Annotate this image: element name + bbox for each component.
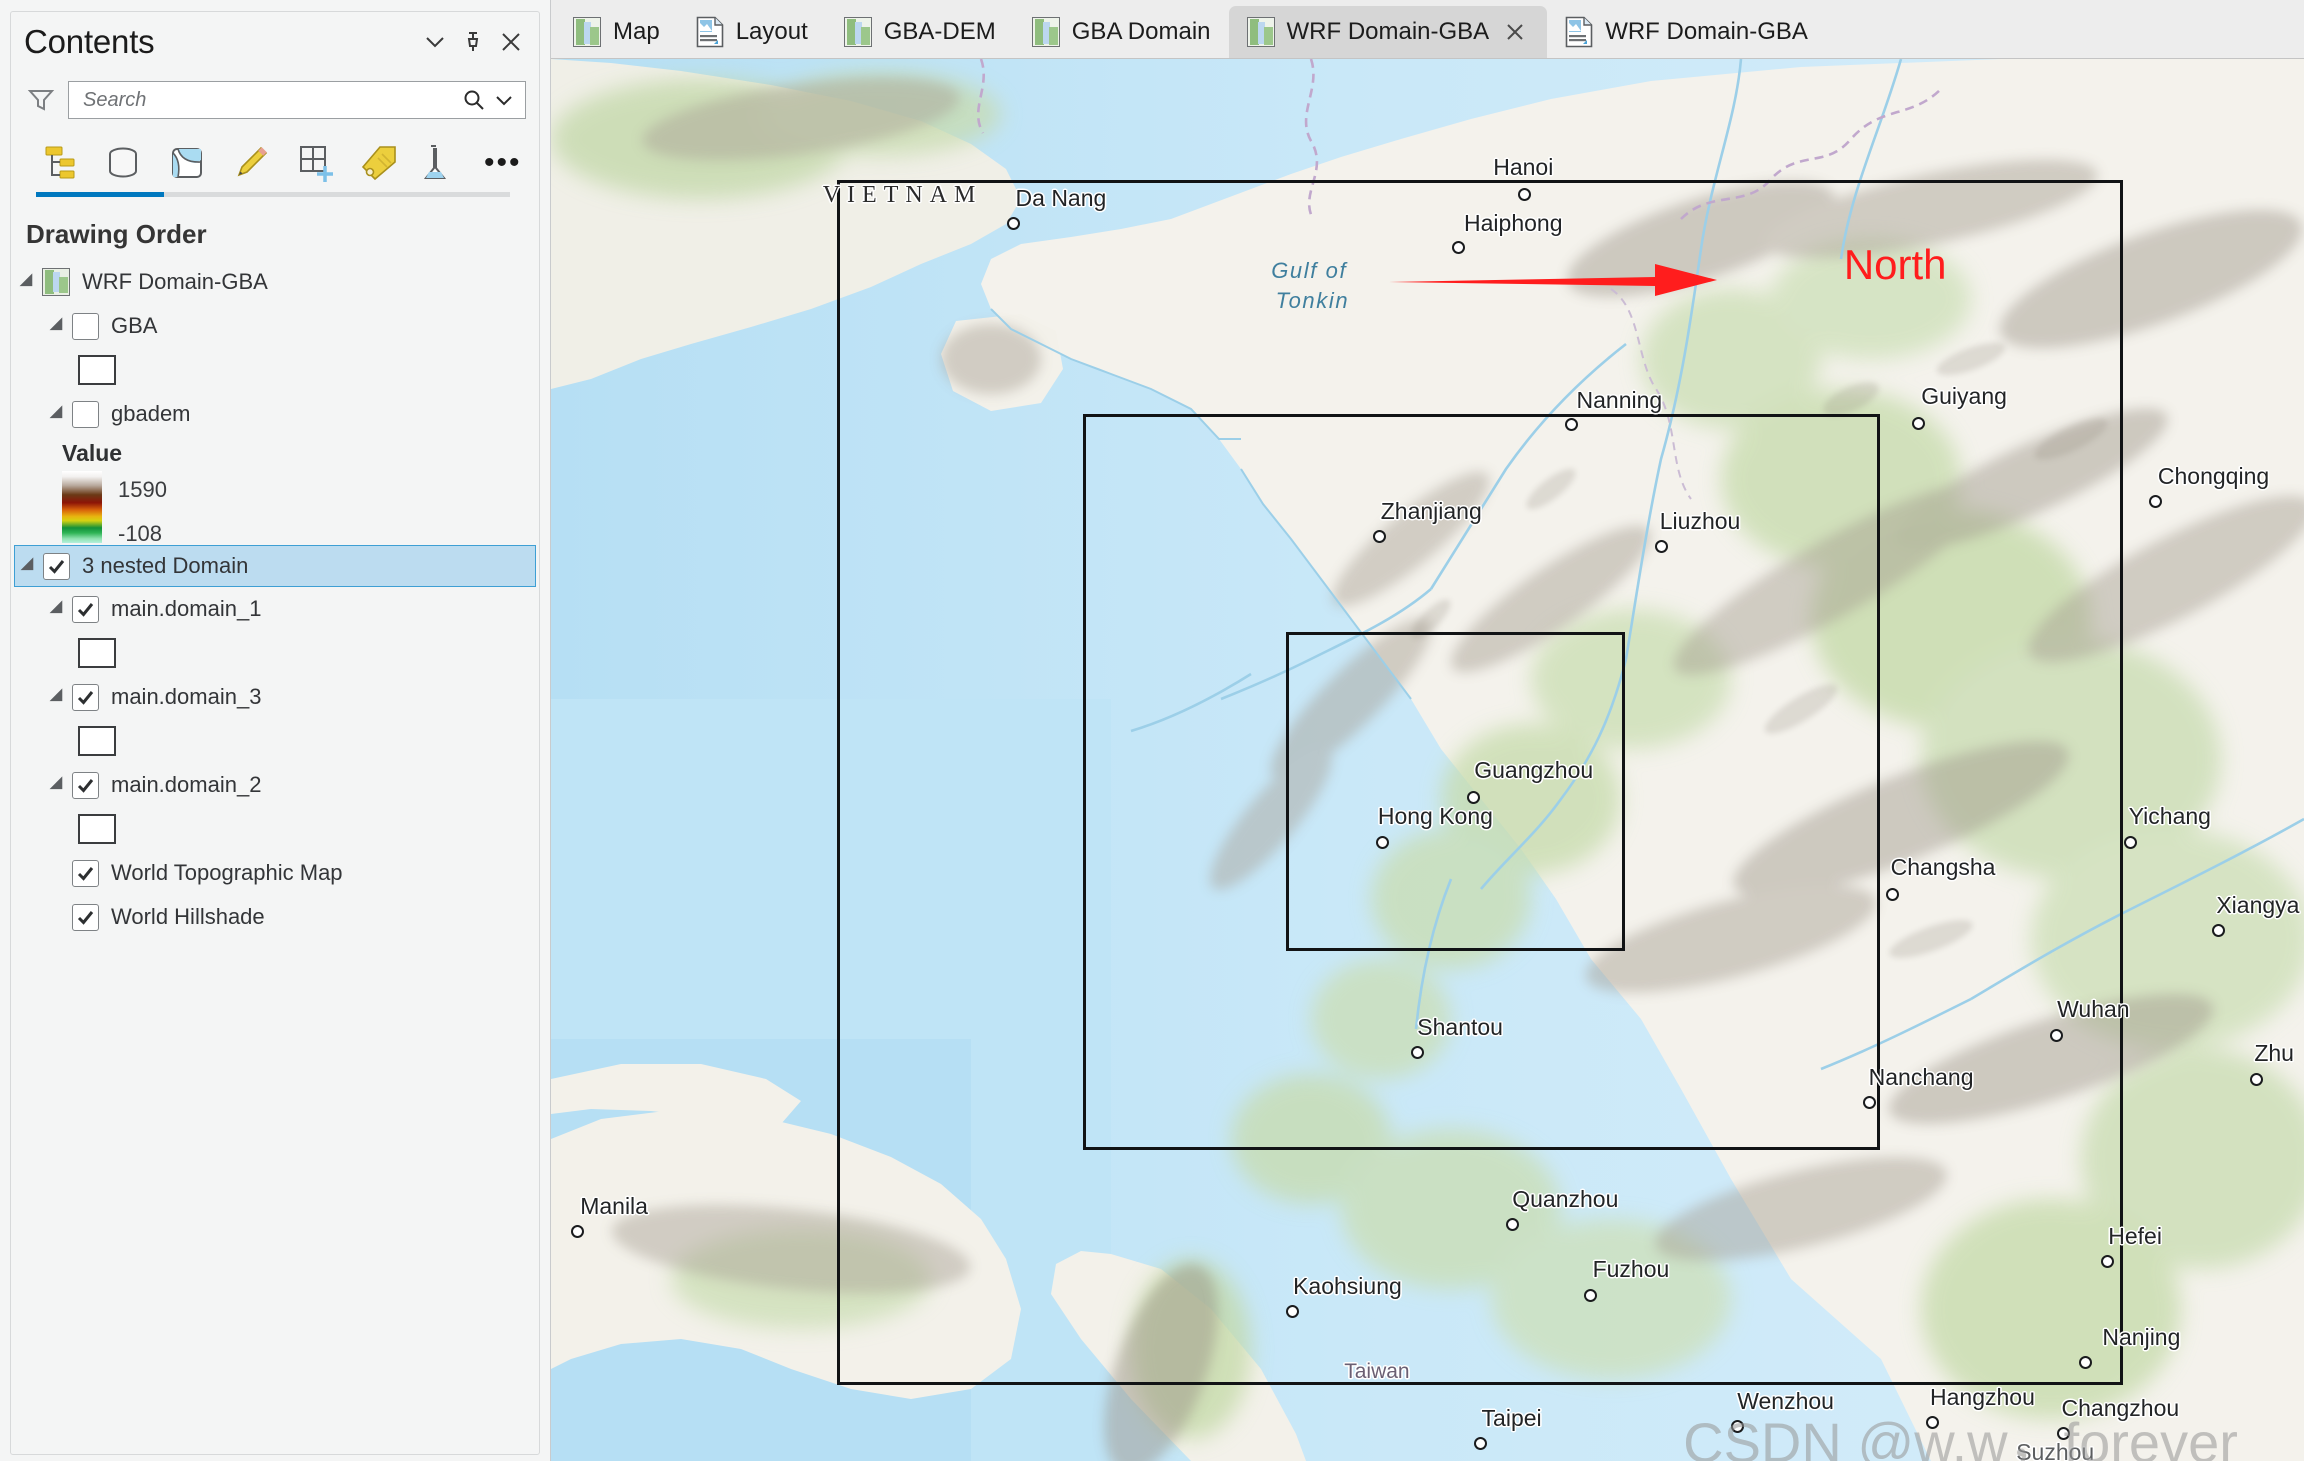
search-box[interactable] — [68, 81, 526, 119]
tab-label: GBA Domain — [1071, 18, 1211, 45]
list-by-charts-icon[interactable] — [420, 140, 466, 186]
symbol-swatch[interactable] — [78, 638, 116, 668]
tab-label: Layout — [735, 18, 808, 45]
search-options-chevron-down-icon[interactable] — [489, 85, 519, 115]
tab-wrf-domain-gba-4[interactable]: WRF Domain-GBA — [1228, 6, 1548, 58]
page-title: Contents — [24, 23, 155, 60]
map-icon — [1031, 17, 1060, 47]
ramp-max-label: 1590 — [118, 477, 167, 502]
tab-label: Map — [613, 18, 660, 45]
tree-item-label: GBA — [111, 313, 158, 338]
expander-icon[interactable] — [46, 684, 72, 710]
search-row — [0, 70, 550, 126]
legend-swatch-gba — [0, 348, 550, 392]
tree-item-gbadem[interactable]: gbadem — [0, 392, 550, 436]
layer-visibility-checkbox[interactable] — [72, 771, 99, 799]
tree-item-main-domain-2[interactable]: main.domain_2 — [0, 763, 550, 807]
close-icon[interactable] — [492, 23, 530, 61]
expander-icon[interactable] — [46, 313, 72, 339]
map-icon — [573, 17, 601, 47]
drawing-order-heading: Drawing Order — [26, 219, 207, 249]
tree-item-3-nested-domain[interactable]: 3 nested Domain — [14, 545, 536, 587]
list-by-selection-icon[interactable] — [164, 140, 210, 186]
tree-item-label: 3 nested Domain — [82, 553, 249, 578]
layer-visibility-checkbox[interactable] — [72, 595, 99, 623]
tree-item-label: main.domain_2 — [111, 772, 262, 797]
tab-label: WRF Domain-GBA — [1286, 18, 1490, 45]
tab-gba-dem-2[interactable]: GBA-DEM — [826, 6, 1014, 58]
filter-icon[interactable] — [24, 83, 58, 117]
tree-item-label: gbadem — [111, 401, 191, 426]
toolbar-scrollbar[interactable] — [36, 192, 510, 197]
color-ramp — [62, 471, 102, 543]
contents-panel: Contents Search ••• Drawing Order WRF Do… — [0, 0, 551, 1461]
tree-item-wrf-domain-gba[interactable]: WRF Domain-GBA — [0, 260, 550, 304]
layer-tree: WRF Domain-GBA GBA gbadem Value 1590 -10… — [0, 260, 550, 939]
symbol-swatch[interactable] — [78, 726, 116, 756]
list-by-drawing-order-icon[interactable] — [36, 140, 82, 186]
tree-item-label: World Hillshade — [111, 904, 265, 929]
search-input[interactable] — [81, 87, 459, 113]
tab-label: WRF Domain-GBA — [1605, 18, 1808, 45]
tree-item-main-domain-1[interactable]: main.domain_1 — [0, 587, 550, 631]
map-view[interactable]: VIETNAM Da Nang Hanoi Haiphong Gulf of Tonkin… — [551, 59, 2304, 1461]
expander-icon[interactable] — [46, 596, 72, 622]
legend-field-name: Value — [62, 440, 123, 466]
collapse-chevron-icon[interactable] — [416, 23, 454, 61]
tree-item-label: main.domain_1 — [111, 596, 262, 621]
list-by-editing-icon[interactable] — [228, 140, 274, 186]
expander-placeholder — [46, 860, 72, 886]
tree-item-main-domain-3[interactable]: main.domain_3 — [0, 675, 550, 719]
tree-item-world-topographic-map[interactable]: World Topographic Map — [0, 851, 550, 895]
layer-visibility-checkbox[interactable] — [72, 400, 99, 428]
view-tabstrip: Map Layout GBA-DEM GBA Domain WRF Domain-GBA… — [551, 0, 2304, 59]
map-icon — [843, 17, 872, 47]
tree-item-label: main.domain_3 — [111, 684, 262, 709]
tree-item-label: World Topographic Map — [111, 860, 343, 885]
document-area: Map Layout GBA-DEM GBA Domain WRF Domain-GBA… — [551, 0, 2304, 1461]
expander-icon[interactable] — [17, 553, 43, 579]
map-basemap — [551, 59, 2304, 1461]
map-thumbnail-icon — [42, 268, 70, 296]
tab-gba-domain-3[interactable]: GBA Domain — [1014, 6, 1229, 58]
legend-swatch-main-domain-1 — [0, 631, 550, 675]
expander-icon[interactable] — [46, 772, 72, 798]
tree-item-label: WRF Domain-GBA — [82, 269, 268, 294]
symbol-swatch[interactable] — [78, 355, 116, 385]
tab-close-icon[interactable] — [1501, 18, 1529, 46]
arcgis-pro-window: Contents Search ••• Drawing Order WRF Do… — [0, 0, 2304, 1461]
layer-visibility-checkbox[interactable] — [72, 683, 99, 711]
tab-wrf-domain-gba-5[interactable]: WRF Domain-GBA — [1547, 6, 1826, 58]
tab-map-0[interactable]: Map — [555, 6, 678, 58]
list-by-data-source-icon[interactable] — [100, 140, 146, 186]
contents-toolbar: ••• — [0, 126, 550, 186]
map-icon — [1246, 17, 1275, 47]
expander-icon[interactable] — [46, 401, 72, 427]
layer-visibility-checkbox[interactable] — [43, 552, 70, 580]
ramp-min-label: -108 — [118, 521, 163, 546]
search-icon[interactable] — [459, 85, 489, 115]
layout-icon — [696, 16, 724, 48]
panel-header: Contents — [0, 8, 550, 70]
layer-visibility-checkbox[interactable] — [72, 903, 99, 931]
expander-placeholder — [46, 904, 72, 930]
elevation-color-ramp-legend: 1590 -108 — [0, 471, 550, 546]
pin-icon[interactable] — [454, 23, 492, 61]
layer-visibility-checkbox[interactable] — [72, 859, 99, 887]
tab-label: GBA-DEM — [883, 18, 996, 45]
layer-visibility-checkbox[interactable] — [72, 312, 99, 340]
list-by-snapping-icon[interactable] — [292, 140, 338, 186]
more-options-icon[interactable]: ••• — [484, 148, 522, 186]
expander-icon[interactable] — [16, 269, 42, 295]
symbol-swatch[interactable] — [78, 814, 116, 844]
legend-swatch-main-domain-2 — [0, 807, 550, 851]
legend-swatch-main-domain-3 — [0, 719, 550, 763]
tree-item-world-hillshade[interactable]: World Hillshade — [0, 895, 550, 939]
layout-icon — [1565, 16, 1593, 48]
tab-layout-1[interactable]: Layout — [678, 6, 826, 58]
tree-item-gba[interactable]: GBA — [0, 304, 550, 348]
list-by-labeling-icon[interactable] — [356, 140, 402, 186]
